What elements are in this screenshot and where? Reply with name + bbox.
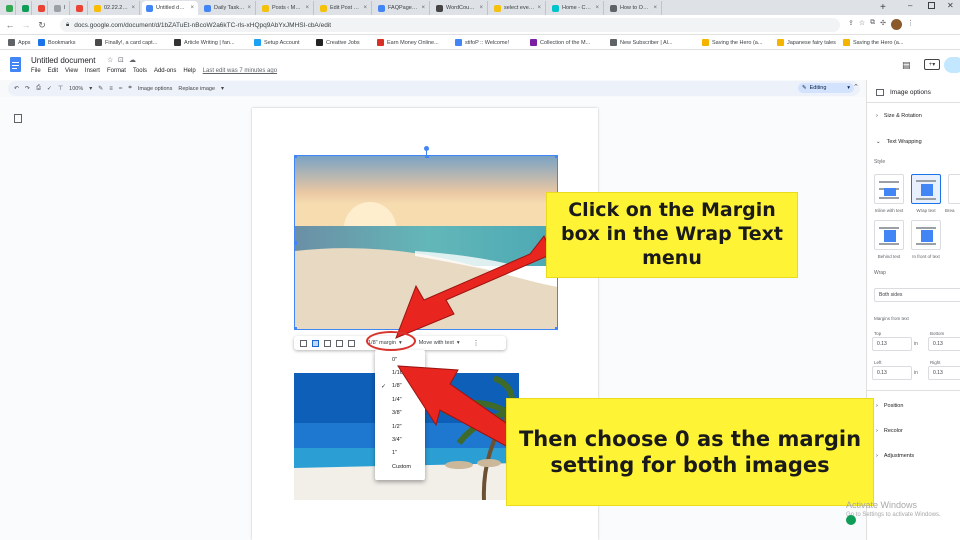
canva-icon	[552, 4, 559, 12]
gmail-icon	[76, 4, 83, 12]
tab-label: Edit Post "How	[330, 5, 360, 11]
globe-icon	[610, 4, 617, 12]
code-icon	[378, 4, 385, 12]
gmail-icon	[38, 4, 45, 12]
docs-icon	[204, 4, 211, 12]
tab-label: Posts ‹ Masche	[272, 5, 302, 11]
sheets-icon	[22, 4, 29, 12]
margin-highlight-circle	[366, 331, 416, 351]
tab-close-icon[interactable]: ×	[190, 5, 194, 11]
browser-tab[interactable]: WordCounter ×	[432, 1, 488, 15]
tab-close-icon[interactable]: ×	[595, 5, 599, 11]
tab-label: WordCounter	[446, 5, 477, 11]
page-icon	[54, 4, 61, 12]
chrome-icon	[6, 4, 13, 12]
watermark-subtitle: Go to Settings to activate Windows.	[846, 511, 941, 518]
browser-tab[interactable]: Home - Canva×	[548, 1, 604, 15]
explore-icon[interactable]	[846, 515, 856, 525]
tab-label: Home - Canva	[562, 5, 592, 11]
browser-tab[interactable]: H|	[50, 1, 70, 15]
browser-tab[interactable]	[2, 1, 16, 15]
browser-tab[interactable]: 02.22.22 - Goo×	[90, 1, 140, 15]
annotation-callout-top: Click on the Margin box in the Wrap Text…	[546, 192, 798, 278]
browser-tab[interactable]: Posts ‹ Masche×	[258, 1, 314, 15]
tab-label: H|	[64, 5, 65, 11]
tab-close-icon[interactable]: ×	[421, 5, 425, 11]
annotation-arrow-bottom	[397, 365, 517, 448]
activate-windows-watermark: Activate Windows Go to Settings to activ…	[846, 500, 941, 519]
browser-tab[interactable]	[34, 1, 48, 15]
tab-close-icon[interactable]: ×	[305, 5, 309, 11]
tab-close-icon[interactable]: ×	[653, 5, 657, 11]
annotation-arrow-top	[395, 235, 553, 339]
tab-label: How to Overla	[620, 5, 650, 11]
tab-close-icon[interactable]: ×	[537, 5, 541, 11]
browser-tab[interactable]	[18, 1, 32, 15]
mt-icon	[320, 4, 327, 12]
browser-tab[interactable]: select everyth×	[490, 1, 546, 15]
tab-close-icon[interactable]: ×	[363, 5, 367, 11]
tab-close-icon[interactable]: ×	[247, 5, 251, 11]
browser-tab[interactable]: Untitled docu ×	[142, 1, 198, 15]
tab-label: Daily Task Sum	[214, 5, 245, 11]
tab-close-icon[interactable]: ×	[479, 5, 483, 11]
docs-icon	[146, 4, 153, 12]
drive-icon	[94, 4, 101, 12]
watermark-title: Activate Windows	[846, 500, 918, 510]
tab-label: select everyth	[504, 5, 534, 11]
mt-icon	[262, 4, 269, 12]
wc-icon	[436, 4, 443, 12]
tab-label: 02.22.22 - Goo	[104, 5, 128, 11]
browser-tab[interactable]: Edit Post "How×	[316, 1, 372, 15]
mt-icon	[494, 4, 501, 12]
tab-label: FAQPage JSON	[388, 5, 418, 11]
tab-label: Untitled docu	[156, 5, 188, 11]
browser-tab[interactable]: How to Overla×	[606, 1, 662, 15]
annotation-callout-bottom: Then choose 0 as the margin setting for …	[506, 398, 874, 506]
browser-tab[interactable]: Daily Task Sum×	[200, 1, 256, 15]
browser-tab[interactable]: M	[72, 1, 88, 15]
browser-tab[interactable]: FAQPage JSON×	[374, 1, 430, 15]
tab-close-icon[interactable]: ×	[131, 5, 135, 11]
